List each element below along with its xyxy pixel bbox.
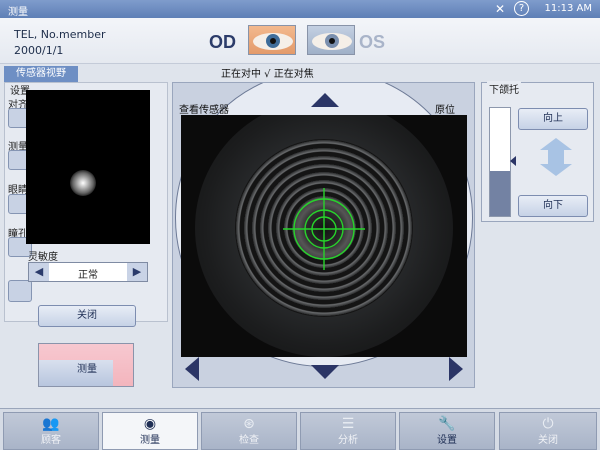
arrow-down-icon[interactable] [311,365,339,379]
slider-pointer-icon [510,156,516,166]
arrow-up-icon[interactable] [311,93,339,107]
nav-analysis-label: 分析 [338,435,358,446]
nav-close-label: 关闭 [538,435,558,446]
os-label[interactable]: OS [359,32,385,53]
chin-arrow-shaft [548,150,564,164]
eye-icon: ◉ [143,416,157,432]
close-sensor-button[interactable]: 关闭 [38,305,136,327]
clock: 11:13 AM [544,3,592,14]
patient-name: TEL, No.member [14,28,106,41]
chin-up-arrow-icon [540,138,572,150]
chin-down-arrow-icon [540,164,572,176]
od-eye-icon[interactable] [248,25,296,55]
nav-check[interactable]: ⊛ 检查 [201,412,297,450]
arrow-left-icon[interactable] [185,357,199,381]
nav-measure-label: 测量 [140,435,160,446]
nav-customer[interactable]: 👥 顾客 [3,412,99,450]
help-icon[interactable]: ? [514,1,529,16]
sensitivity-value: 正常 [78,270,98,281]
extra-setting-button[interactable] [8,280,32,302]
measure-button[interactable]: 测量 [38,343,134,387]
patient-date: 2000/1/1 [14,44,64,57]
title-bar: 测量 ✕ ? 11:13 AM [0,0,600,18]
sensor-view-tab[interactable]: 传感器视野 [4,66,78,82]
camera-view [181,115,467,357]
nav-measure[interactable]: ◉ 测量 [102,412,198,450]
chin-rest-title: 下颌托 [487,81,521,96]
close-icon[interactable]: ✕ [492,1,508,17]
arrow-right-icon[interactable] [449,357,463,381]
nav-close[interactable]: ⏻ 关闭 [499,412,597,450]
chin-rest-level [490,170,510,216]
sensitivity-left-icon[interactable]: ◀ [29,263,49,281]
view-sensor-label[interactable]: 查看传感器 [179,101,229,116]
chin-rest-slider[interactable] [489,107,511,217]
header: TEL, No.member 2000/1/1 OD OS [0,18,600,64]
nav-settings[interactable]: 🔧 设置 [399,412,495,450]
chin-rest-panel: 下颌托 向上 向下 [481,81,594,222]
crosshair-icon [283,188,365,270]
nav-settings-label: 设置 [437,435,457,446]
people-icon: 👥 [42,416,60,432]
sensitivity-right-icon[interactable]: ▶ [127,263,147,281]
camera-panel: 查看传感器 原位 [172,82,475,388]
window-title: 测量 [8,7,28,18]
nav-check-label: 检查 [239,435,259,446]
wrench-icon: 🔧 [438,416,456,432]
sensor-view [26,90,150,244]
bottom-nav: 👥 顾客 ◉ 测量 ⊛ 检查 ☰ 分析 🔧 设置 ⏻ 关闭 [0,408,600,450]
chin-up-button[interactable]: 向上 [518,108,588,130]
chin-down-button[interactable]: 向下 [518,195,588,217]
measure-button-label: 测量 [77,364,97,375]
power-icon: ⏻ [542,416,554,432]
nav-customer-label: 顾客 [41,435,61,446]
sensitivity-control: ◀ 正常 ▶ [28,262,148,282]
sensor-spot [70,170,96,196]
sensitivity-label: 灵敏度 [28,252,58,263]
origin-label[interactable]: 原位 [435,101,455,116]
od-label[interactable]: OD [209,32,236,53]
check-icon: ⊛ [243,416,255,432]
alignment-status: 正在对中 √ 正在对焦 [221,69,314,80]
os-eye-icon[interactable] [307,25,355,55]
nav-analysis[interactable]: ☰ 分析 [300,412,396,450]
analysis-icon: ☰ [341,416,355,432]
